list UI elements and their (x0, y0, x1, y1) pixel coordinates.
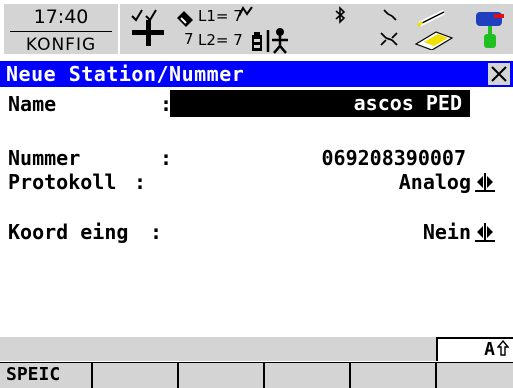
name-value: ascos PED (353, 91, 462, 115)
mode-label: KONFIG (25, 35, 97, 55)
protokoll-colon: : (134, 170, 147, 194)
memory-card-icon (414, 31, 454, 50)
close-button[interactable] (488, 63, 510, 85)
koord-colon: : (150, 220, 163, 244)
name-label: Name (8, 92, 57, 116)
dialog-title: Neue Station/Nummer (6, 62, 245, 86)
sat-count: 7 (184, 30, 194, 48)
radio-icon (383, 9, 397, 21)
close-icon (491, 66, 507, 82)
f1-button[interactable]: SPEIC (0, 363, 91, 388)
link-icon (380, 32, 398, 46)
satellite-icon (177, 11, 193, 27)
divider (10, 31, 112, 32)
l1-satellites: L1= 7 (198, 7, 243, 25)
signal-icon (238, 6, 253, 17)
bluetooth-icon (335, 6, 346, 24)
protokoll-label: Protokoll (8, 170, 117, 194)
f6-button[interactable] (437, 363, 513, 388)
protokoll-value: Analog (398, 170, 471, 194)
device-icon (476, 12, 504, 48)
status-bar: 17:40 KONFIG L1= 7 7 L2= 7 (0, 0, 513, 60)
function-key-bar: SPEIC (0, 362, 513, 388)
position-crosshair-icon (131, 9, 164, 46)
nummer-colon: : (160, 146, 173, 170)
clock: 17:40 (33, 6, 89, 28)
pen-icon (416, 9, 446, 28)
status-icons-panel: L1= 7 7 L2= 7 (120, 4, 513, 54)
f2-button[interactable] (93, 363, 177, 388)
shift-indicator: A (436, 337, 513, 361)
f5-button[interactable] (351, 363, 435, 388)
l2-satellites: L2= 7 (198, 31, 243, 49)
toggle-arrows-icon[interactable] (475, 222, 495, 242)
shift-label: A (484, 339, 510, 360)
clock-panel: 17:40 KONFIG (4, 4, 118, 55)
f3-button[interactable] (179, 363, 263, 388)
koord-value: Nein (422, 220, 471, 244)
dialog-title-bar: Neue Station/Nummer (0, 61, 513, 87)
name-input[interactable]: ascos PED (170, 90, 470, 117)
nummer-label: Nummer (8, 146, 81, 170)
f4-button[interactable] (265, 363, 349, 388)
koord-label: Koord eing (8, 220, 129, 244)
shift-arrow-icon (496, 339, 510, 356)
nummer-value[interactable]: 069208390007 (322, 146, 467, 170)
koord-selector[interactable]: Nein (423, 220, 495, 244)
shift-letter: A (484, 339, 495, 360)
f1-label: SPEIC (6, 364, 61, 385)
toggle-arrows-icon[interactable] (475, 172, 495, 192)
battery-icon (252, 28, 288, 54)
protokoll-selector[interactable]: Analog (399, 170, 495, 194)
